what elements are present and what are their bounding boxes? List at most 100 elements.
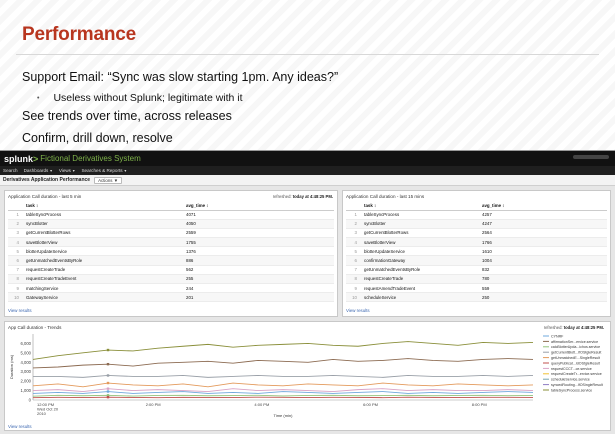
row-number: 3 [346, 228, 362, 239]
avg-time-cell: 4071 [184, 210, 334, 220]
avg-time-cell: 201 [184, 292, 334, 303]
y-tick-label: 5,000 [21, 350, 32, 355]
series-marker [106, 381, 110, 385]
table-row[interactable]: 1 tableSyncProcess 4071 [8, 210, 334, 220]
avg-time-cell: 1004 [480, 255, 607, 266]
col-task[interactable]: task ↕ [362, 202, 480, 211]
task-cell[interactable]: syncBlotter [362, 219, 480, 229]
table-row[interactable]: 4 saveBlotterView 1766 [346, 237, 607, 248]
avg-time-cell: 4050 [184, 219, 334, 229]
avg-time-cell: 1766 [480, 237, 607, 248]
row-number: 1 [8, 210, 24, 220]
nav-searches-reports[interactable]: Searches & Reports▼ [81, 168, 127, 173]
col-task[interactable]: task ↕ [24, 202, 184, 211]
series-marker [106, 390, 110, 393]
table-row[interactable]: 2 syncBlotter 4247 [346, 219, 607, 229]
row-number: 3 [8, 228, 24, 239]
avg-time-cell: 559 [480, 283, 607, 294]
bullet-support-email: Support Email: “Sync was slow starting 1… [22, 70, 339, 84]
task-cell[interactable]: scheduleService [362, 292, 480, 303]
y-tick-label: 3,000 [21, 369, 32, 374]
table-row[interactable]: 9 requestAmendTradeEvent 559 [346, 283, 607, 294]
sub-bullet-text: Useless without Splunk; legitimate with … [53, 92, 243, 104]
legend-entry: scheduleService.service [551, 378, 590, 382]
col-avg-time[interactable]: avg_time ↕ [480, 202, 607, 211]
row-number: 9 [346, 283, 362, 294]
table-row[interactable]: 5 blotterUpdateService 1610 [346, 246, 607, 257]
table-row[interactable]: 8 requestCreateTrade 780 [346, 274, 607, 285]
table-row[interactable]: 3 getCurrentBlotterRows 2564 [346, 228, 607, 239]
table-row[interactable]: 9 matchingService 244 [8, 283, 334, 294]
table-row[interactable]: 7 getUnmatchedEventsByRole 832 [346, 265, 607, 275]
task-cell[interactable]: matchingService [24, 283, 184, 294]
legend-entry: calcBlotterUpda...ichos.service [551, 345, 600, 349]
row-number: 4 [8, 237, 24, 248]
avg-time-cell: 832 [480, 265, 607, 275]
table-row[interactable]: 5 blotterUpdateService 1376 [8, 246, 334, 257]
sub-bullet: • Useless without Splunk; legitimate wit… [37, 92, 243, 104]
task-cell[interactable]: tableSyncProcess [24, 210, 184, 220]
x-tick-label: 6:00 PM [363, 402, 378, 407]
nav-search[interactable]: Search [3, 168, 18, 173]
x-tick-label: 2:00 PM [146, 402, 161, 407]
view-results-link[interactable]: View results [8, 308, 32, 313]
task-cell[interactable]: blotterUpdateService [24, 246, 184, 257]
task-cell[interactable]: requestCreateTrade [362, 274, 480, 285]
nav-dashboards[interactable]: Dashboards▼ [24, 168, 53, 173]
chevron-down-icon: ▼ [71, 169, 76, 173]
task-cell[interactable]: requestCreateTrade [24, 265, 184, 275]
panel-call-duration-15min: Application Call duration - last 15 mins… [342, 190, 611, 317]
table-row[interactable]: 2 syncBlotter 4050 [8, 219, 334, 229]
nav-views[interactable]: Views▼ [59, 168, 76, 173]
table-row[interactable]: 7 requestCreateTrade 562 [8, 265, 334, 275]
table-row[interactable]: 6 confirmationGateway 1004 [346, 255, 607, 266]
actions-button[interactable]: Actions ▼ [94, 176, 123, 184]
user-menu[interactable] [573, 155, 609, 159]
table-row[interactable]: 1 tableSyncProcess 4257 [346, 210, 607, 220]
app-name: Fictional Derivatives System [40, 154, 141, 163]
view-results-link[interactable]: View results [346, 308, 370, 313]
view-results-link[interactable]: View results [8, 424, 32, 429]
task-cell[interactable]: GatewayService [24, 292, 184, 303]
table-row[interactable]: 4 saveBlotterView 1755 [8, 237, 334, 248]
legend-entry: getUnmatchedE...SingleResult [551, 356, 600, 360]
dashboard-title: Derivatives Application Performance [3, 177, 91, 183]
task-cell[interactable]: saveBlotterView [24, 237, 184, 248]
chevron-down-icon: ▼ [49, 169, 53, 173]
splunk-logo[interactable]: splunk> [4, 154, 38, 164]
bullet-dot-icon: • [37, 94, 40, 102]
y-tick-label: 1,000 [21, 388, 32, 393]
trend-chart: 01,0002,0003,0004,0005,0006,00012:00 PMW… [9, 334, 603, 418]
refreshed-label: refreshed: today at 4:48:25 PM. [543, 325, 604, 330]
y-tick-label: 4,000 [21, 360, 32, 365]
avg-time-cell: 562 [184, 265, 334, 275]
row-number: 9 [8, 283, 24, 294]
legend-entry: tableSyncProcess.service [551, 388, 592, 392]
avg-time-cell: 1610 [480, 246, 607, 257]
task-cell[interactable]: getCurrentBlotterRows [24, 228, 184, 239]
table-row[interactable]: 10 scheduleService 250 [346, 292, 607, 303]
task-cell[interactable]: requestAmendTradeEvent [362, 283, 480, 294]
task-cell[interactable]: blotterUpdateService [362, 246, 480, 257]
panel-title: Application Call duration - last 5 min [8, 194, 82, 199]
task-cell[interactable]: saveBlotterView [362, 237, 480, 248]
chevron-down-icon: ▼ [123, 169, 128, 173]
table-row[interactable]: 3 getCurrentBlotterRows 2559 [8, 228, 334, 239]
task-cell[interactable]: tableSyncProcess [362, 210, 480, 220]
task-cell[interactable]: getUnmatchedEventsByRole [362, 265, 480, 275]
task-cell[interactable]: confirmationGateway [362, 255, 480, 266]
avg-time-cell: 244 [184, 283, 334, 294]
col-avg-time[interactable]: avg_time ↕ [184, 202, 334, 211]
task-cell[interactable]: getUnmatchedEventsByRole [24, 255, 184, 266]
task-cell[interactable]: getCurrentBlotterRows [362, 228, 480, 239]
legend-entry: queryPublicat...IdOStgleResult [551, 361, 600, 365]
table-row[interactable]: 6 getUnmatchedEventsByRole 886 [8, 255, 334, 266]
table-row[interactable]: 10 GatewayService 201 [8, 292, 334, 303]
table-row[interactable]: 8 requestCreateTradeEvent 255 [8, 274, 334, 285]
app-nav-bar: Search Dashboards▼ Views▼ Searches & Rep… [0, 166, 615, 175]
task-cell[interactable]: syncBlotter [24, 219, 184, 229]
task-cell[interactable]: requestCreateTradeEvent [24, 274, 184, 285]
results-table: task ↕ avg_time ↕ 1 tableSyncProcess 4257 2… [346, 202, 607, 303]
app-topbar: splunk> Fictional Derivatives System [0, 151, 615, 166]
row-number: 6 [8, 255, 24, 266]
